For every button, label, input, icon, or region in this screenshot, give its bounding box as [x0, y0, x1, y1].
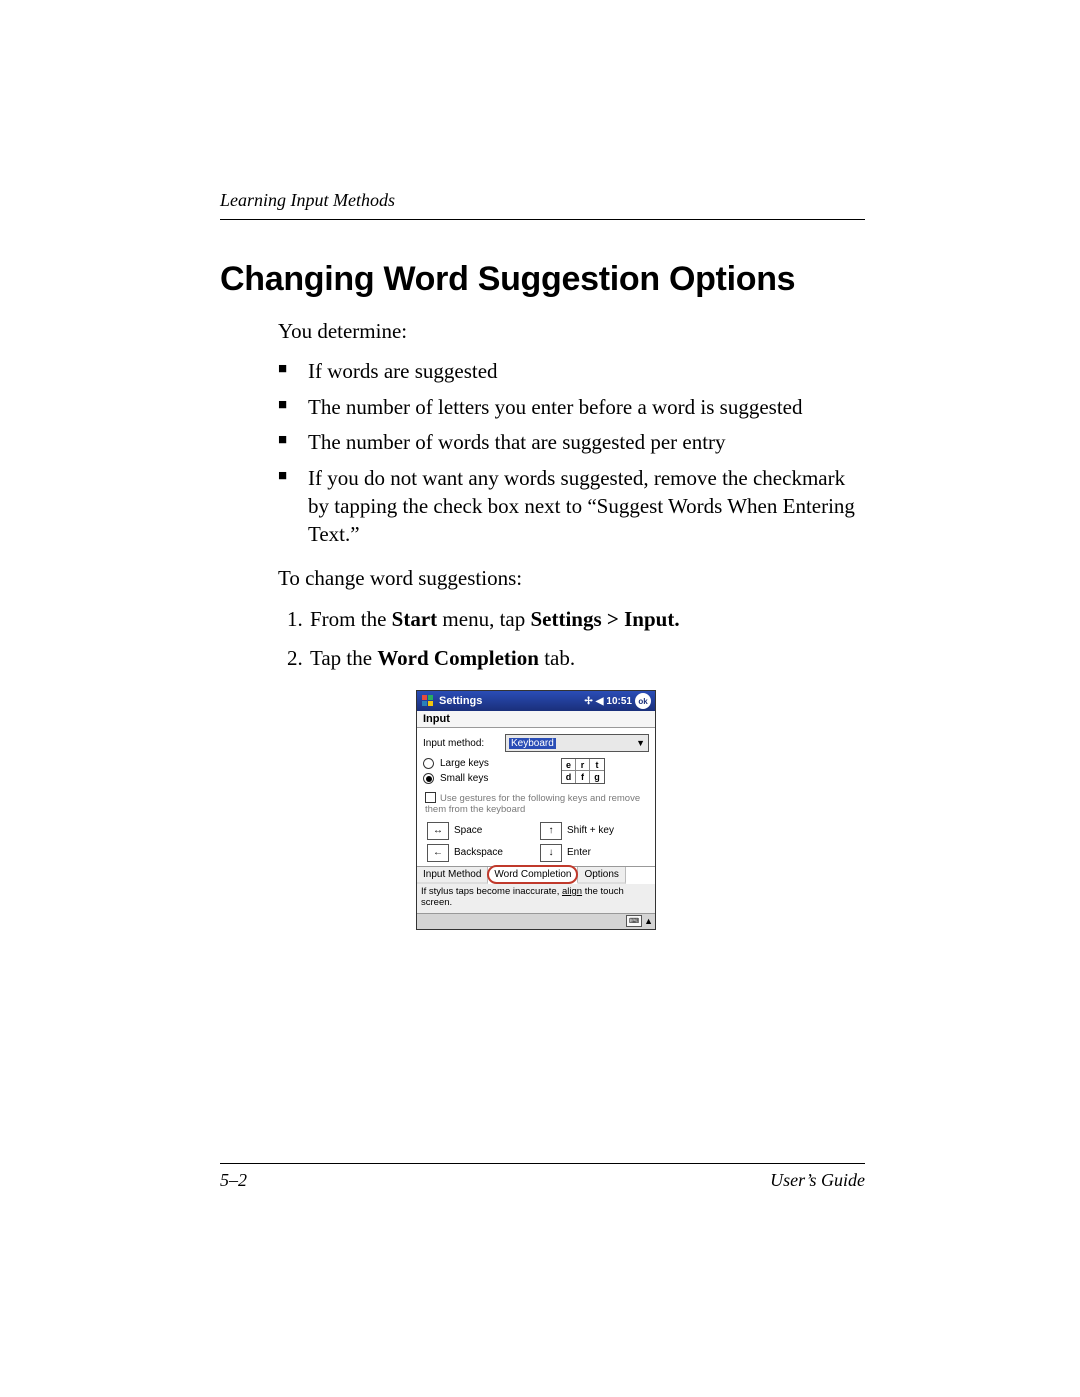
- small-keys-option[interactable]: Small keys: [423, 773, 533, 784]
- step-2-post: tab.: [539, 646, 575, 670]
- gesture-grid: ↔ Space ↑ Shift + key ← Backspace ↓ Ente…: [423, 822, 649, 866]
- key-e: e: [562, 759, 576, 771]
- radio-unselected-icon: [423, 758, 434, 769]
- pda-tabs: Input Method Word Completion Options: [417, 866, 655, 884]
- arrow-down-icon: ↓: [540, 844, 562, 862]
- list-item: If you do not want any words suggested, …: [278, 465, 865, 548]
- pda-screenshot: Settings ✢ ◀ 10:51 ok Input Input method…: [416, 690, 865, 930]
- keyboard-preview: e r t d f g: [561, 758, 605, 784]
- pda-title: Settings: [439, 695, 584, 707]
- key-f: f: [576, 771, 590, 783]
- gestures-note-text: Use gestures for the following keys and …: [425, 793, 640, 815]
- chapter-label: Learning Input Methods: [220, 190, 865, 211]
- gesture-enter-label: Enter: [567, 847, 591, 858]
- keyboard-icon[interactable]: ⌨: [626, 915, 642, 927]
- radio-selected-icon: [423, 773, 434, 784]
- gesture-shift-label: Shift + key: [567, 825, 614, 836]
- step-2: Tap the Word Completion tab.: [308, 644, 865, 672]
- list-item: The number of words that are suggested p…: [278, 429, 865, 457]
- key-r: r: [576, 759, 590, 771]
- sip-arrow-icon[interactable]: ▲: [644, 916, 653, 926]
- intro-text: You determine:: [278, 319, 865, 344]
- foot-pre: If stylus taps become inaccurate,: [421, 886, 562, 897]
- gesture-space-label: Space: [454, 825, 482, 836]
- determine-list: If words are suggested The number of let…: [278, 358, 865, 548]
- key-g: g: [590, 771, 604, 783]
- key-d: d: [562, 771, 576, 783]
- pda-body: Input method: Keyboard ▼ Large keys: [417, 728, 655, 866]
- pda-subtitle: Input: [417, 711, 655, 728]
- input-method-row: Input method: Keyboard ▼: [423, 734, 649, 752]
- step-1-text: From the: [310, 607, 392, 631]
- step-1: From the Start menu, tap Settings > Inpu…: [308, 605, 865, 633]
- speaker-icon: ◀: [596, 696, 604, 707]
- step-1-mid: menu, tap: [437, 607, 530, 631]
- step-2-bold: Word Completion: [377, 646, 539, 670]
- windows-flag-icon: [421, 694, 435, 708]
- footer-divider: [220, 1163, 865, 1164]
- list-item: The number of letters you enter before a…: [278, 394, 865, 422]
- gesture-shift: ↑ Shift + key: [540, 822, 645, 840]
- checkbox-unchecked-icon[interactable]: [425, 792, 436, 803]
- connectivity-icon: ✢: [584, 696, 592, 707]
- lead-text: To change word suggestions:: [278, 566, 865, 591]
- pda-system-tray: ✢ ◀ 10:51 ok: [584, 693, 651, 709]
- page-footer: 5–2 User’s Guide: [220, 1163, 865, 1191]
- chevron-down-icon: ▼: [636, 738, 645, 748]
- gesture-space: ↔ Space: [427, 822, 532, 840]
- small-keys-label: Small keys: [440, 773, 488, 784]
- arrow-left-icon: ←: [427, 844, 449, 862]
- arrow-up-icon: ↑: [540, 822, 562, 840]
- sip-bar: ⌨ ▲: [417, 913, 655, 929]
- pda-window: Settings ✢ ◀ 10:51 ok Input Input method…: [416, 690, 656, 930]
- input-method-dropdown[interactable]: Keyboard ▼: [505, 734, 649, 752]
- tab-word-completion[interactable]: Word Completion: [488, 867, 578, 884]
- tab-input-method[interactable]: Input Method: [417, 867, 488, 884]
- input-method-value: Keyboard: [509, 738, 556, 749]
- gesture-backspace: ← Backspace: [427, 844, 532, 862]
- step-1-bold-path: Settings > Input.: [530, 607, 679, 631]
- step-1-bold-start: Start: [392, 607, 438, 631]
- pda-titlebar: Settings ✢ ◀ 10:51 ok: [417, 691, 655, 711]
- page-title: Changing Word Suggestion Options: [220, 260, 865, 299]
- page: Learning Input Methods Changing Word Sug…: [0, 0, 1080, 1397]
- key-t: t: [590, 759, 604, 771]
- gestures-note: Use gestures for the following keys and …: [425, 792, 647, 816]
- clock: 10:51: [606, 696, 632, 707]
- large-keys-label: Large keys: [440, 758, 489, 769]
- large-keys-option[interactable]: Large keys: [423, 758, 533, 769]
- ok-button[interactable]: ok: [635, 693, 651, 709]
- gesture-enter: ↓ Enter: [540, 844, 645, 862]
- pda-footer-note: If stylus taps become inaccurate, align …: [417, 884, 655, 913]
- tab-options[interactable]: Options: [578, 867, 625, 884]
- arrow-right-icon: ↔: [427, 822, 449, 840]
- align-link[interactable]: align: [562, 886, 582, 897]
- steps-list: From the Start menu, tap Settings > Inpu…: [308, 605, 865, 672]
- input-method-label: Input method:: [423, 738, 505, 749]
- gesture-backspace-label: Backspace: [454, 847, 503, 858]
- step-2-pre: Tap the: [310, 646, 377, 670]
- guide-label: User’s Guide: [770, 1170, 865, 1191]
- page-number: 5–2: [220, 1170, 247, 1191]
- header-divider: [220, 219, 865, 220]
- list-item: If words are suggested: [278, 358, 865, 386]
